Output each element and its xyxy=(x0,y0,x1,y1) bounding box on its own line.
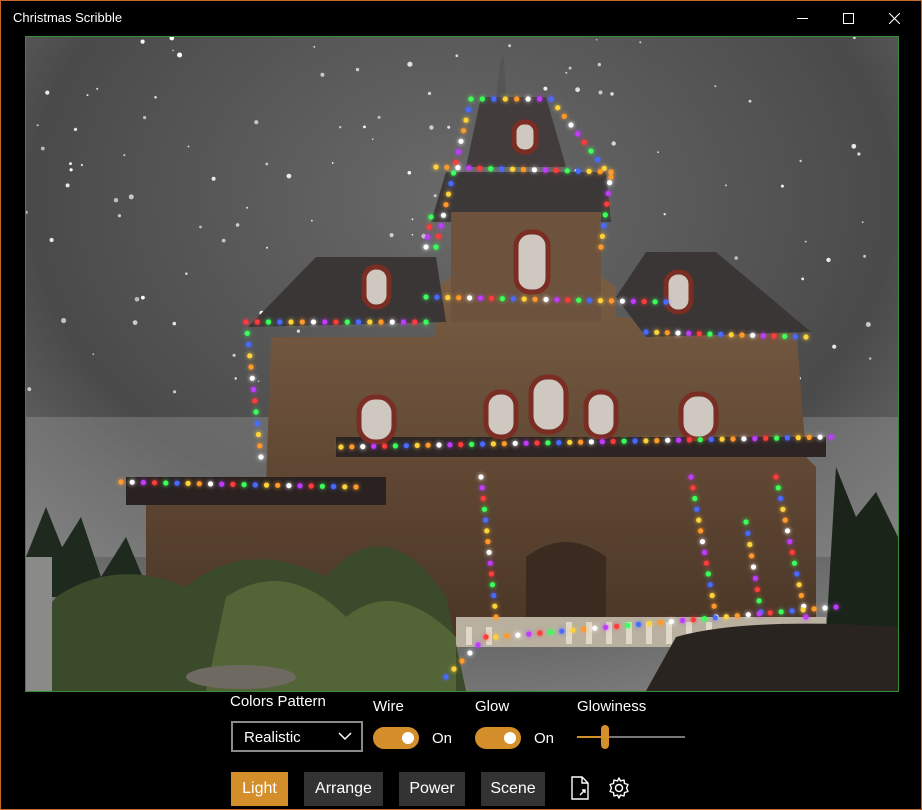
colors-pattern-label: Colors Pattern xyxy=(230,693,326,710)
haunted-house-scene xyxy=(26,37,898,691)
close-button[interactable] xyxy=(871,1,917,35)
chevron-down-icon xyxy=(338,732,352,741)
minimize-icon xyxy=(796,17,808,19)
tab-power[interactable]: Power xyxy=(399,772,465,806)
settings-button[interactable] xyxy=(606,774,632,802)
export-file-icon xyxy=(571,776,589,800)
close-icon xyxy=(888,12,900,24)
tab-scene[interactable]: Scene xyxy=(481,772,545,806)
app-window: Christmas Scribble Colors Pattern Realis… xyxy=(0,0,922,810)
slider-thumb[interactable] xyxy=(601,725,610,749)
glow-toggle[interactable] xyxy=(475,727,521,749)
scene-canvas[interactable] xyxy=(25,36,899,692)
colors-pattern-value: Realistic xyxy=(244,729,301,746)
wire-toggle[interactable] xyxy=(373,727,419,749)
tab-arrange[interactable]: Arrange xyxy=(304,772,383,806)
glowiness-label: Glowiness xyxy=(577,698,647,715)
toggle-knob xyxy=(504,732,516,744)
wire-state: On xyxy=(432,730,453,747)
gear-icon xyxy=(609,777,629,799)
maximize-icon xyxy=(842,12,854,24)
toggle-knob xyxy=(402,732,414,744)
export-button[interactable] xyxy=(567,774,593,802)
glowiness-slider[interactable] xyxy=(577,723,685,749)
wire-label: Wire xyxy=(373,698,404,715)
tab-light[interactable]: Light xyxy=(231,772,288,806)
glow-label: Glow xyxy=(475,698,510,715)
window-title: Christmas Scribble xyxy=(13,10,123,25)
minimize-button[interactable] xyxy=(779,1,825,35)
colors-pattern-dropdown[interactable]: Realistic xyxy=(231,721,363,752)
maximize-button[interactable] xyxy=(825,1,871,35)
title-bar[interactable]: Christmas Scribble xyxy=(1,1,921,35)
glow-state: On xyxy=(534,730,555,747)
